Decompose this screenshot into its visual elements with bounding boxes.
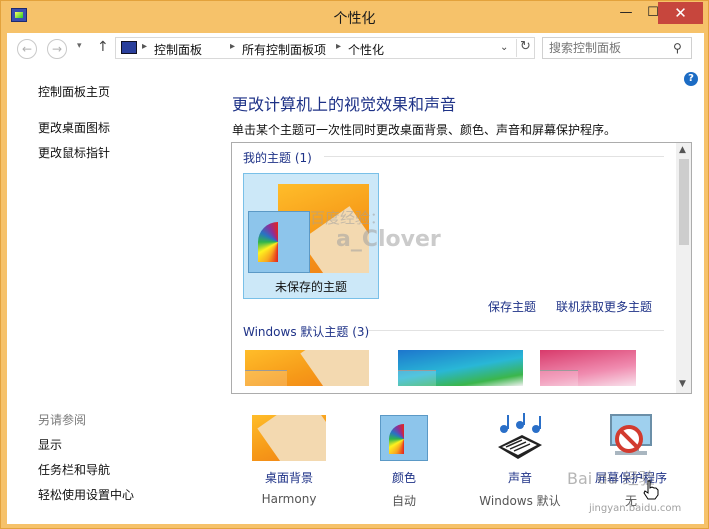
search-input[interactable] xyxy=(549,40,667,56)
change-desktop-icons-link[interactable]: 更改桌面图标 xyxy=(38,119,110,136)
vertical-scrollbar[interactable]: ▲ ▼ xyxy=(676,143,691,393)
desktop-background-label[interactable]: 桌面背景 xyxy=(249,469,329,486)
breadcrumb-separator[interactable]: ▸ xyxy=(230,41,235,52)
scroll-up-icon[interactable]: ▲ xyxy=(679,145,686,155)
display-link[interactable]: 显示 xyxy=(38,436,62,453)
page-description: 单击某个主题可一次性同时更改桌面背景、颜色、声音和屏幕保护程序。 xyxy=(232,123,617,137)
my-themes-header: 我的主题 (1) xyxy=(243,151,312,165)
search-box[interactable]: ⚲ xyxy=(542,37,692,59)
sound-label[interactable]: 声音 xyxy=(469,469,571,486)
color-setting-icon[interactable] xyxy=(380,415,428,461)
desktop-background-setting[interactable]: 桌面背景 Harmony xyxy=(249,469,329,506)
color-fan-icon xyxy=(258,222,298,262)
sound-value: Windows 默认 xyxy=(479,494,561,508)
breadcrumb-all-items[interactable]: 所有控制面板项 xyxy=(242,41,326,58)
breadcrumb-separator[interactable]: ▸ xyxy=(142,41,147,52)
breadcrumb-personalization[interactable]: 个性化 xyxy=(348,41,384,58)
breadcrumb-control-panel[interactable]: 控制面板 xyxy=(154,41,202,58)
ease-of-access-link[interactable]: 轻松使用设置中心 xyxy=(38,486,134,503)
sound-setting[interactable]: 声音 Windows 默认 xyxy=(469,469,571,509)
control-panel-home-link[interactable]: 控制面板主页 xyxy=(38,83,110,100)
see-also-label: 另请参阅 xyxy=(38,413,87,427)
color-label[interactable]: 颜色 xyxy=(369,469,439,486)
flowers-theme-thumbnail[interactable] xyxy=(540,350,636,386)
address-bar[interactable]: ▸ 控制面板 ▸ 所有控制面板项 ▸ 个性化 ⌄ ↻ xyxy=(115,37,535,59)
breadcrumb-separator[interactable]: ▸ xyxy=(336,41,341,52)
thumbnail-frame xyxy=(245,370,288,386)
thumbnail-frame xyxy=(398,370,436,386)
recent-locations-dropdown[interactable]: ▾ xyxy=(77,41,82,51)
hand-cursor-icon xyxy=(643,480,659,500)
address-dropdown-icon[interactable]: ⌄ xyxy=(500,42,508,53)
watermark-overlay-bottom: a_Clover xyxy=(336,227,441,252)
personalization-window: 个性化 — ☐ ✕ ← → ▾ ↑ ▸ 控制面板 ▸ 所有控制面板项 ▸ 个性化… xyxy=(0,0,709,529)
refresh-icon[interactable]: ↻ xyxy=(516,39,534,57)
back-button[interactable]: ← xyxy=(17,39,37,59)
color-value: 自动 xyxy=(391,494,416,508)
lines-colors-theme-thumbnail[interactable] xyxy=(398,350,523,386)
watermark-overlay-top: 百度经验： xyxy=(310,209,386,227)
get-more-themes-link[interactable]: 联机获取更多主题 xyxy=(556,298,652,315)
windows-theme-thumbnail[interactable] xyxy=(245,350,369,386)
color-fan-icon xyxy=(389,424,419,454)
scroll-thumb[interactable] xyxy=(679,159,689,245)
group-divider xyxy=(368,330,664,331)
screensaver-icon[interactable] xyxy=(605,411,657,463)
control-panel-icon xyxy=(121,41,137,54)
help-icon[interactable]: ? xyxy=(684,72,698,86)
group-divider xyxy=(324,156,664,157)
desktop-background-value: Harmony xyxy=(261,492,317,506)
close-button[interactable]: ✕ xyxy=(658,2,703,24)
forward-button[interactable]: → xyxy=(47,39,67,59)
theme-name: 未保存的主题 xyxy=(274,280,347,294)
up-button[interactable]: ↑ xyxy=(97,39,109,55)
watermark-site: jingyan.baidu.com xyxy=(589,503,682,514)
sound-notes-icon[interactable] xyxy=(492,413,548,463)
search-icon[interactable]: ⚲ xyxy=(673,41,682,55)
minimize-button[interactable]: — xyxy=(612,2,640,24)
color-setting[interactable]: 颜色 自动 xyxy=(369,469,439,509)
theme-color-preview xyxy=(248,211,310,273)
thumbnail-frame xyxy=(540,370,579,386)
scroll-down-icon[interactable]: ▼ xyxy=(679,379,686,389)
address-toolbar: ← → ▾ ↑ ▸ 控制面板 ▸ 所有控制面板项 ▸ 个性化 ⌄ ↻ ⚲ xyxy=(7,33,704,65)
theme-list[interactable]: 我的主题 (1) 未保存的主题 百度经验： a_Clover 保存主题 联机获取… xyxy=(231,142,692,394)
window-title: 个性化 xyxy=(333,11,376,27)
taskbar-navigation-link[interactable]: 任务栏和导航 xyxy=(38,461,110,478)
save-theme-link[interactable]: 保存主题 xyxy=(488,298,536,315)
default-themes-header: Windows 默认主题 (3) xyxy=(243,325,370,339)
title-bar[interactable]: 个性化 — ☐ ✕ xyxy=(1,1,708,33)
desktop-background-icon[interactable] xyxy=(252,415,326,461)
main-content: ? 控制面板主页 更改桌面图标 更改鼠标指针 另请参阅 显示 任务栏和导航 轻松… xyxy=(7,65,704,524)
page-heading: 更改计算机上的视觉效果和声音 xyxy=(232,95,457,114)
change-mouse-pointers-link[interactable]: 更改鼠标指针 xyxy=(38,144,110,161)
